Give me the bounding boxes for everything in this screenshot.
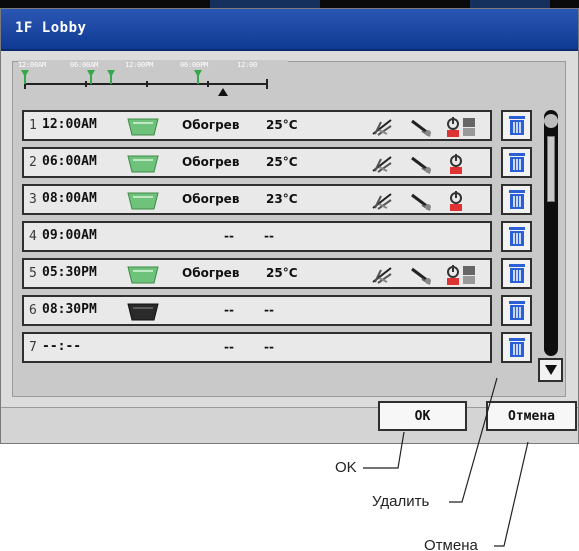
fan-icon (372, 193, 392, 210)
delete-row-5-button[interactable] (501, 258, 532, 289)
delete-row-1-button[interactable] (501, 110, 532, 141)
timeline-label: 06:00PM (180, 61, 209, 69)
timeline-tick (85, 81, 87, 87)
schedule-row-2[interactable]: 2 06:00AM Обогрев 25°C (22, 147, 492, 178)
unit-green-icon (127, 266, 159, 284)
current-time-indicator (218, 88, 228, 96)
vane-icon (411, 119, 431, 137)
callout-delete: Удалить (372, 493, 430, 510)
row-time: 06:00AM (42, 154, 97, 169)
row-number: 7 (29, 340, 37, 355)
scroll-thumb[interactable] (547, 136, 555, 202)
row-mode: Обогрев (182, 155, 240, 169)
row-number: 1 (29, 118, 37, 133)
timeline-tick (207, 81, 209, 87)
delete-row-2-button[interactable] (501, 147, 532, 178)
fan-icon (372, 267, 392, 284)
window-title: 1F Lobby (15, 20, 87, 36)
row-temperature: 25°C (266, 266, 298, 280)
power-icon (450, 191, 462, 211)
row-time: 08:30PM (42, 302, 97, 317)
schedule-timeline: 12:00AM 06:00AM 12:00PM 06:00PM 12:00 (18, 60, 288, 102)
trash-icon (508, 227, 525, 246)
timeline-label: 12:00PM (125, 61, 154, 69)
schedule-row-4[interactable]: 4 09:00AM -- -- (22, 221, 492, 252)
row-time: 08:00AM (42, 191, 97, 206)
fan-icon (372, 119, 392, 136)
row-temperature: 25°C (266, 118, 298, 132)
schedule-row-5[interactable]: 5 05:30PM Обогрев 25°C (22, 258, 492, 289)
timeline-marker (21, 70, 29, 84)
power-icon (450, 154, 462, 174)
row-temperature-empty: -- (264, 303, 274, 317)
unit-green-icon (127, 192, 159, 210)
scrollbar[interactable] (538, 110, 563, 382)
timeline-label: 12:00AM (18, 61, 47, 69)
schedule-row-1[interactable]: 1 12:00AM Обогрев 25°C (22, 110, 492, 141)
callout-ok: OK (335, 459, 357, 476)
row-mode-empty: -- (224, 303, 234, 317)
timeline-label: 06:00AM (70, 61, 99, 69)
timeline-marker (87, 70, 95, 84)
trash-icon (508, 264, 525, 283)
row-time: 05:30PM (42, 265, 97, 280)
row-temperature-empty: -- (264, 340, 274, 354)
timeline-marker (107, 70, 115, 84)
row-mode: Обогрев (182, 266, 240, 280)
timeline-tick (146, 81, 148, 87)
scroll-down-button[interactable] (538, 358, 563, 382)
vane-icon (411, 267, 431, 285)
top-strip (0, 0, 579, 8)
row-number: 5 (29, 266, 37, 281)
delete-row-3-button[interactable] (501, 184, 532, 215)
delete-row-4-button[interactable] (501, 221, 532, 252)
row-mode-empty: -- (224, 229, 234, 243)
row-temperature: 23°C (266, 192, 298, 206)
row-time: 12:00AM (42, 117, 97, 132)
row-time: --:-- (42, 339, 82, 354)
trash-icon (508, 301, 525, 320)
title-bar: 1F Lobby (1, 9, 578, 51)
row-mode: Обогрев (182, 118, 240, 132)
callout-cancel: Отмена (424, 537, 478, 551)
trash-icon (508, 116, 525, 135)
row-number: 3 (29, 192, 37, 207)
row-time: 09:00AM (42, 228, 97, 243)
delete-row-7-button[interactable] (501, 332, 532, 363)
scroll-up-icon[interactable] (544, 114, 558, 128)
trash-icon (508, 338, 525, 357)
timeline-label: 12:00 (237, 61, 258, 69)
unit-green-icon (127, 118, 159, 136)
power-timer-icon (447, 117, 475, 137)
row-temperature: 25°C (266, 155, 298, 169)
schedule-row-3[interactable]: 3 08:00AM Обогрев 23°C (22, 184, 492, 215)
row-number: 4 (29, 229, 37, 244)
trash-icon (508, 190, 525, 209)
schedule-row-7[interactable]: 7 --:-- -- -- (22, 332, 492, 363)
row-mode: Обогрев (182, 192, 240, 206)
vane-icon (411, 193, 431, 211)
row-number: 6 (29, 303, 37, 318)
timeline-marker (194, 70, 202, 84)
timeline-tick (266, 79, 268, 89)
unit-green-icon (127, 155, 159, 173)
triangle-down-icon (544, 365, 557, 375)
row-number: 2 (29, 155, 37, 170)
delete-row-6-button[interactable] (501, 295, 532, 326)
fan-icon (372, 156, 392, 173)
trash-icon (508, 153, 525, 172)
row-mode-empty: -- (224, 340, 234, 354)
vane-icon (411, 156, 431, 174)
ok-button[interactable]: OK (378, 401, 467, 431)
row-temperature-empty: -- (264, 229, 274, 243)
unit-off-icon (127, 303, 159, 321)
cancel-button[interactable]: Отмена (486, 401, 577, 431)
schedule-row-6[interactable]: 6 08:30PM -- -- (22, 295, 492, 326)
power-timer-icon (447, 265, 475, 285)
